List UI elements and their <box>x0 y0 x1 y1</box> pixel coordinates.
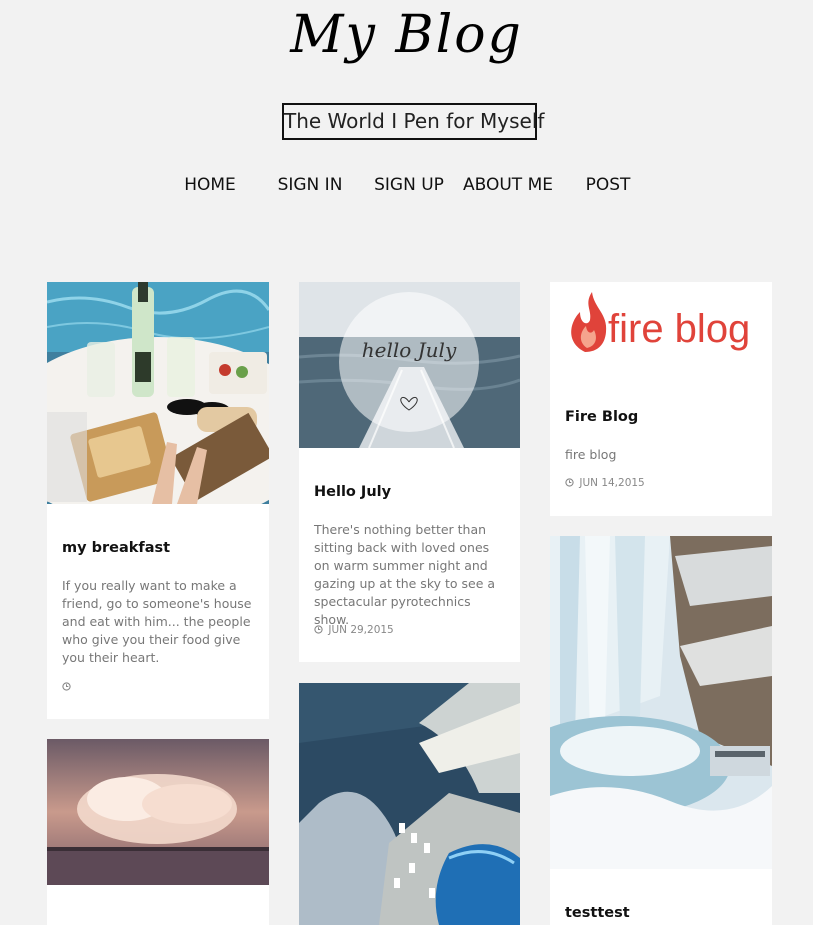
post-card[interactable]: my breakfast If you really want to make … <box>47 282 269 719</box>
post-card[interactable]: hello July Hello July There's nothing be… <box>299 282 520 662</box>
post-title[interactable]: testtest <box>565 905 630 921</box>
nav-about-me[interactable]: ABOUT ME <box>463 174 553 196</box>
cloud-sunset-photo[interactable] <box>47 739 269 885</box>
post-card[interactable] <box>47 739 269 925</box>
post-title[interactable]: my breakfast <box>62 540 170 556</box>
post-excerpt: fire blog <box>565 447 617 462</box>
hello-july-photo[interactable]: hello July <box>299 282 520 448</box>
site-tagline: The World I Pen for Myself <box>282 103 544 140</box>
coast-pool-aerial-photo[interactable] <box>299 683 520 925</box>
breakfast-photo[interactable] <box>47 282 269 504</box>
post-date: JUN 14,2015 <box>565 477 645 489</box>
nav-home[interactable]: HOME <box>184 174 236 196</box>
clock-icon <box>314 625 323 634</box>
post-card[interactable] <box>299 683 520 925</box>
nav-sign-up[interactable]: SIGN UP <box>374 174 444 196</box>
site-logo[interactable]: My Blog <box>0 0 813 70</box>
post-date: JUN 29,2015 <box>314 624 394 636</box>
fire-blog-image-text: fire blog <box>608 307 750 351</box>
post-excerpt: There's nothing better than sitting back… <box>314 522 496 627</box>
clock-icon <box>565 478 574 487</box>
nav-sign-in[interactable]: SIGN IN <box>278 174 343 196</box>
fire-blog-logo[interactable]: fire blog <box>550 282 772 377</box>
post-title[interactable]: Fire Blog <box>565 409 638 425</box>
post-card[interactable]: fire blog Fire Blog fire blog JUN 14,201… <box>550 282 772 516</box>
post-date-text: JUN 14,2015 <box>579 477 645 489</box>
post-card[interactable]: testtest <box>550 536 772 925</box>
post-date <box>62 681 73 693</box>
post-date-text: JUN 29,2015 <box>328 624 394 636</box>
clock-icon <box>62 682 71 691</box>
waterfall-photo[interactable] <box>550 536 772 869</box>
post-title[interactable]: Hello July <box>314 484 391 500</box>
nav-post[interactable]: POST <box>586 174 631 196</box>
post-excerpt: If you really want to make a friend, go … <box>62 578 252 665</box>
hello-july-image-text: hello July <box>362 338 457 362</box>
